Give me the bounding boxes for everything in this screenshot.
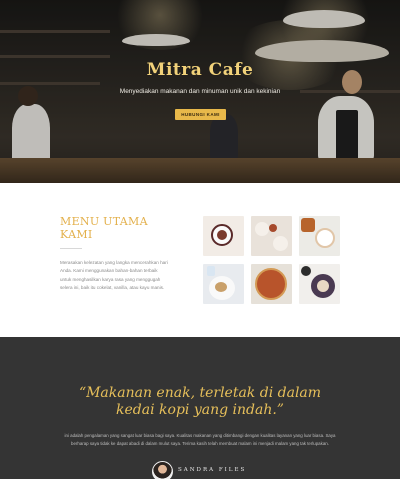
avatar bbox=[152, 461, 173, 479]
testimonial-section: “Makanan enak, terletak di dalam kedai k… bbox=[0, 337, 400, 479]
divider bbox=[60, 248, 82, 249]
plate bbox=[315, 228, 335, 248]
hero-subtitle: Menyediakan makanan dan minuman unik dan… bbox=[119, 88, 281, 95]
menu-photo[interactable] bbox=[251, 264, 292, 304]
hero-title: Mitra Cafe bbox=[146, 60, 254, 80]
testimonial-quote: “Makanan enak, terletak di dalam kedai k… bbox=[78, 385, 322, 418]
food bbox=[301, 218, 315, 232]
plate bbox=[255, 222, 269, 236]
testimonial-body: ini adalah pengalaman yang sangat luar b… bbox=[64, 433, 336, 447]
menu-gallery bbox=[203, 216, 340, 304]
cup bbox=[301, 266, 311, 276]
menu-photo[interactable] bbox=[203, 216, 244, 256]
hero-section: Mitra Cafe Menyediakan makanan dan minum… bbox=[0, 0, 400, 183]
pizza bbox=[255, 268, 287, 300]
food bbox=[317, 280, 329, 292]
menu-photo[interactable] bbox=[203, 264, 244, 304]
menu-title: MENU UTAMA KAMI bbox=[60, 215, 148, 241]
menu-photo[interactable] bbox=[251, 216, 292, 256]
menu-section: MENU UTAMA KAMI Merasakan kelezatan yang… bbox=[0, 183, 400, 337]
cup bbox=[207, 266, 215, 276]
plate bbox=[273, 236, 288, 251]
contact-button[interactable]: HUBUNGI KAMI bbox=[175, 109, 226, 120]
menu-description: Merasakan kelezatan yang langka mencerah… bbox=[60, 260, 168, 291]
food bbox=[217, 230, 227, 240]
food bbox=[215, 282, 227, 292]
menu-photo[interactable] bbox=[299, 264, 340, 304]
testimonial-author: SANDRA FILES bbox=[178, 467, 247, 473]
menu-photo[interactable] bbox=[299, 216, 340, 256]
food bbox=[269, 224, 277, 232]
